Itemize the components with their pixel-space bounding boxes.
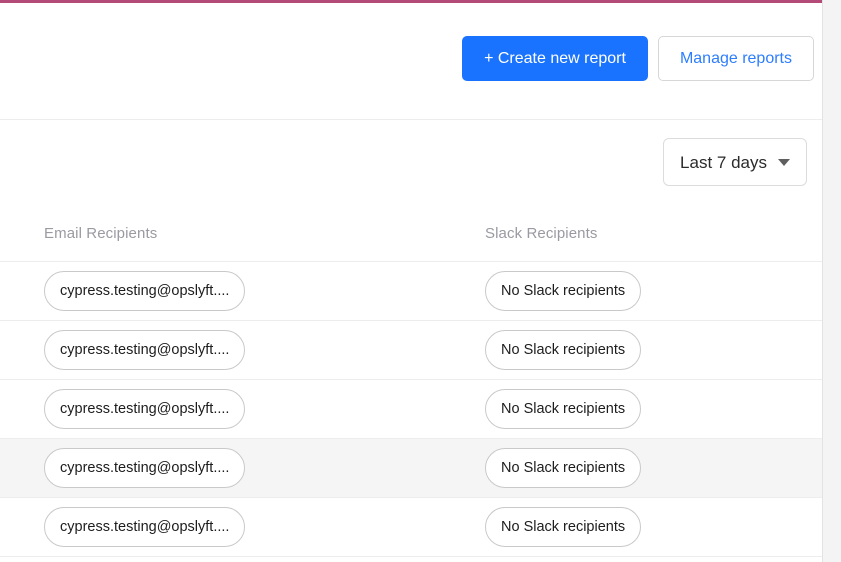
table-header-row: Email Recipients Slack Recipients xyxy=(0,206,822,262)
slack-recipient-chip[interactable]: No Slack recipients xyxy=(485,507,642,547)
slack-recipient-chip[interactable]: No Slack recipients xyxy=(485,330,642,370)
cell-email-recipients: cypress.testing@opslyft.... xyxy=(0,271,440,311)
cell-email-recipients: cypress.testing@opslyft.... xyxy=(0,389,440,429)
main-content: + Create new report Manage reports Last … xyxy=(0,3,822,562)
table-row[interactable]: cypress.testing@opslyft.... No Slack reci… xyxy=(0,262,822,321)
cell-slack-recipients: No Slack recipients xyxy=(440,507,822,547)
cell-slack-recipients: No Slack recipients xyxy=(440,271,822,311)
slack-recipient-chip[interactable]: No Slack recipients xyxy=(485,271,642,311)
cell-email-recipients: cypress.testing@opslyft.... xyxy=(0,507,440,547)
email-recipient-chip[interactable]: cypress.testing@opslyft.... xyxy=(44,389,246,429)
email-recipient-chip[interactable]: cypress.testing@opslyft.... xyxy=(44,507,246,547)
column-header-email-recipients: Email Recipients xyxy=(44,225,158,242)
table-row[interactable]: cypress.testing@opslyft.... No Slack reci… xyxy=(0,498,822,557)
table-row[interactable]: cypress.testing@opslyft.... No Slack reci… xyxy=(0,321,822,380)
slack-recipient-chip[interactable]: No Slack recipients xyxy=(485,389,642,429)
chevron-down-icon xyxy=(778,158,790,166)
app-root: + Create new report Manage reports Last … xyxy=(0,0,841,562)
cell-slack-recipients: No Slack recipients xyxy=(440,330,822,370)
filter-bar: Last 7 days xyxy=(0,120,822,206)
table-body: cypress.testing@opslyft.... No Slack reci… xyxy=(0,262,822,557)
email-recipient-chip[interactable]: cypress.testing@opslyft.... xyxy=(44,330,246,370)
email-recipient-chip[interactable]: cypress.testing@opslyft.... xyxy=(44,448,246,488)
column-header-slack-recipients: Slack Recipients xyxy=(485,225,598,242)
cell-email-recipients: cypress.testing@opslyft.... xyxy=(0,448,440,488)
date-range-value: Last 7 days xyxy=(680,152,767,172)
reports-table: Email Recipients Slack Recipients cypres… xyxy=(0,206,822,557)
slack-recipient-chip[interactable]: No Slack recipients xyxy=(485,448,642,488)
manage-reports-button[interactable]: Manage reports xyxy=(657,36,814,81)
create-new-report-button[interactable]: + Create new report xyxy=(462,36,648,81)
cell-slack-recipients: No Slack recipients xyxy=(440,389,822,429)
date-range-dropdown[interactable]: Last 7 days xyxy=(663,138,807,186)
action-bar: + Create new report Manage reports xyxy=(0,3,822,120)
cell-email-recipients: cypress.testing@opslyft.... xyxy=(0,330,440,370)
email-recipient-chip[interactable]: cypress.testing@opslyft.... xyxy=(44,271,246,311)
table-row[interactable]: cypress.testing@opslyft.... No Slack reci… xyxy=(0,380,822,439)
action-button-group: + Create new report Manage reports xyxy=(462,36,814,81)
page-scrollbar[interactable] xyxy=(822,0,841,562)
cell-slack-recipients: No Slack recipients xyxy=(440,448,822,488)
table-row[interactable]: cypress.testing@opslyft.... No Slack reci… xyxy=(0,439,822,498)
